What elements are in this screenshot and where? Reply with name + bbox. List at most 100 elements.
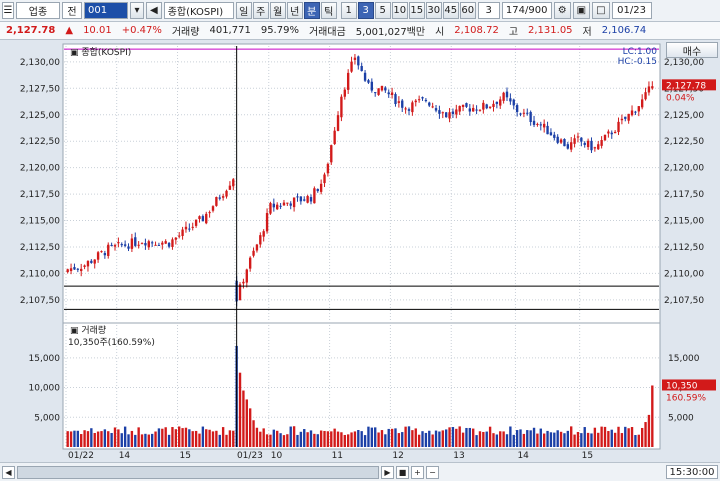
chart-canvas[interactable]: 2,107,50 2,107,50 2,110,00 2,110,00 2,112,50… [0,40,720,462]
candle-body [532,120,536,125]
candle-body [401,100,404,108]
period-tab-0[interactable]: 일 [235,2,252,19]
candle-body [390,92,394,96]
price-ytick-right: 2,125,00 [664,111,704,121]
volume-bar [542,433,546,447]
interval-tab-1[interactable]: 3 [357,2,374,19]
candle-body [431,106,434,108]
interval-tab-4[interactable]: 15 [408,2,425,19]
candle-body [130,238,134,249]
volume-bar [346,434,350,447]
volume-bar [414,428,417,447]
candle-body [343,89,346,97]
volume-bar [225,434,228,447]
interval-tab-7[interactable]: 60 [459,2,476,19]
period-tab-5[interactable]: 틱 [320,2,337,19]
scroll-left-icon[interactable]: ◀ [2,465,15,479]
price-ytick-right: 2,115,00 [664,217,704,227]
interval-tab-5[interactable]: 30 [425,2,442,19]
bottom-bar: ◀ ▶ ■ + − 15:30:00 [0,462,720,481]
volume-bar [593,427,597,447]
candle-body [150,242,154,244]
price-ytick-right: 2,107,50 [664,296,704,306]
candle-body [171,239,174,247]
volume-bar [651,385,654,447]
zoom-out-icon[interactable]: − [426,465,439,479]
zoom-in-icon[interactable]: + [411,465,424,479]
market-select[interactable]: 업종 [16,2,60,19]
volume-pct-label: 160.59% [666,393,706,403]
volume-bar [178,426,181,447]
period-tab-4[interactable]: 분 [303,2,320,19]
candle-body [313,188,316,204]
candle-body [455,109,458,115]
candle-body [113,245,117,247]
candle-body [144,243,147,246]
interval-tab-3[interactable]: 10 [391,2,408,19]
volume-bar [296,434,299,447]
speaker-icon[interactable]: ◀ [146,2,162,19]
candle-body [573,138,576,144]
candle-body [296,196,299,198]
candle-body [627,113,630,121]
volume-ytick-left: 15,000 [29,354,61,364]
candle-body [377,88,380,95]
candle-body [194,219,198,226]
volume-bar [326,431,330,447]
volume-bar [313,433,316,447]
volume-bar [333,428,336,447]
volume-bar [617,426,620,447]
open-value: 2,108.72 [454,25,499,36]
scope-select[interactable]: 전 [62,2,82,19]
candle-body [215,197,218,206]
candle-body [421,97,424,99]
code-input[interactable]: 001 [84,2,128,19]
period-tab-1[interactable]: 주 [252,2,269,19]
candle-body [478,109,482,111]
buy-button[interactable]: 매수 [666,42,718,58]
candle-body [617,121,620,133]
volume-bar [566,430,570,447]
candle-body [522,112,526,114]
interval-tab-6[interactable]: 45 [442,2,459,19]
period-tab-3[interactable]: 년 [286,2,303,19]
candle-body [607,131,610,134]
save-icon[interactable]: ▣ [572,2,591,19]
volume-bar [451,427,455,447]
count-field[interactable]: 174/900 [501,2,552,19]
volume-bar [380,430,384,447]
interval-tab-0[interactable]: 1 [340,2,357,19]
volume-bar [123,426,127,447]
volume-bar [637,434,640,447]
code-dropdown-icon[interactable]: ▾ [130,2,144,19]
candle-body [276,204,279,210]
checkbox[interactable]: □ [592,2,610,19]
scroll-right-icon[interactable]: ▶ [381,465,394,479]
volume-label: 거래량 [171,27,200,38]
period-tab-2[interactable]: 월 [269,2,286,19]
candle-body [191,226,194,228]
candle-body [73,267,76,270]
candle-body [651,86,654,89]
stop-icon[interactable]: ■ [396,465,409,479]
candle-body [188,228,191,230]
volume-bar [472,428,475,447]
volume-bar [215,430,218,447]
volume-bar [205,429,208,447]
interval-input[interactable]: 3 [477,2,500,19]
price-panel[interactable] [62,43,661,324]
settings-icon[interactable]: ⚙ [553,2,571,19]
candle-body [306,196,309,203]
volume-bar [475,435,478,447]
menu-icon[interactable]: ☰ [2,2,14,19]
date-field[interactable]: 01/23 [611,2,652,19]
volume-bar [468,427,472,447]
volume-bar [505,434,509,447]
volume-bar [509,426,512,447]
horizontal-scrollbar[interactable] [17,465,379,479]
volume-bar [279,433,282,447]
price-ytick-right: 2,110,00 [664,269,704,279]
candle-body [451,111,455,115]
volume-bar [363,435,367,447]
interval-tab-2[interactable]: 5 [374,2,391,19]
